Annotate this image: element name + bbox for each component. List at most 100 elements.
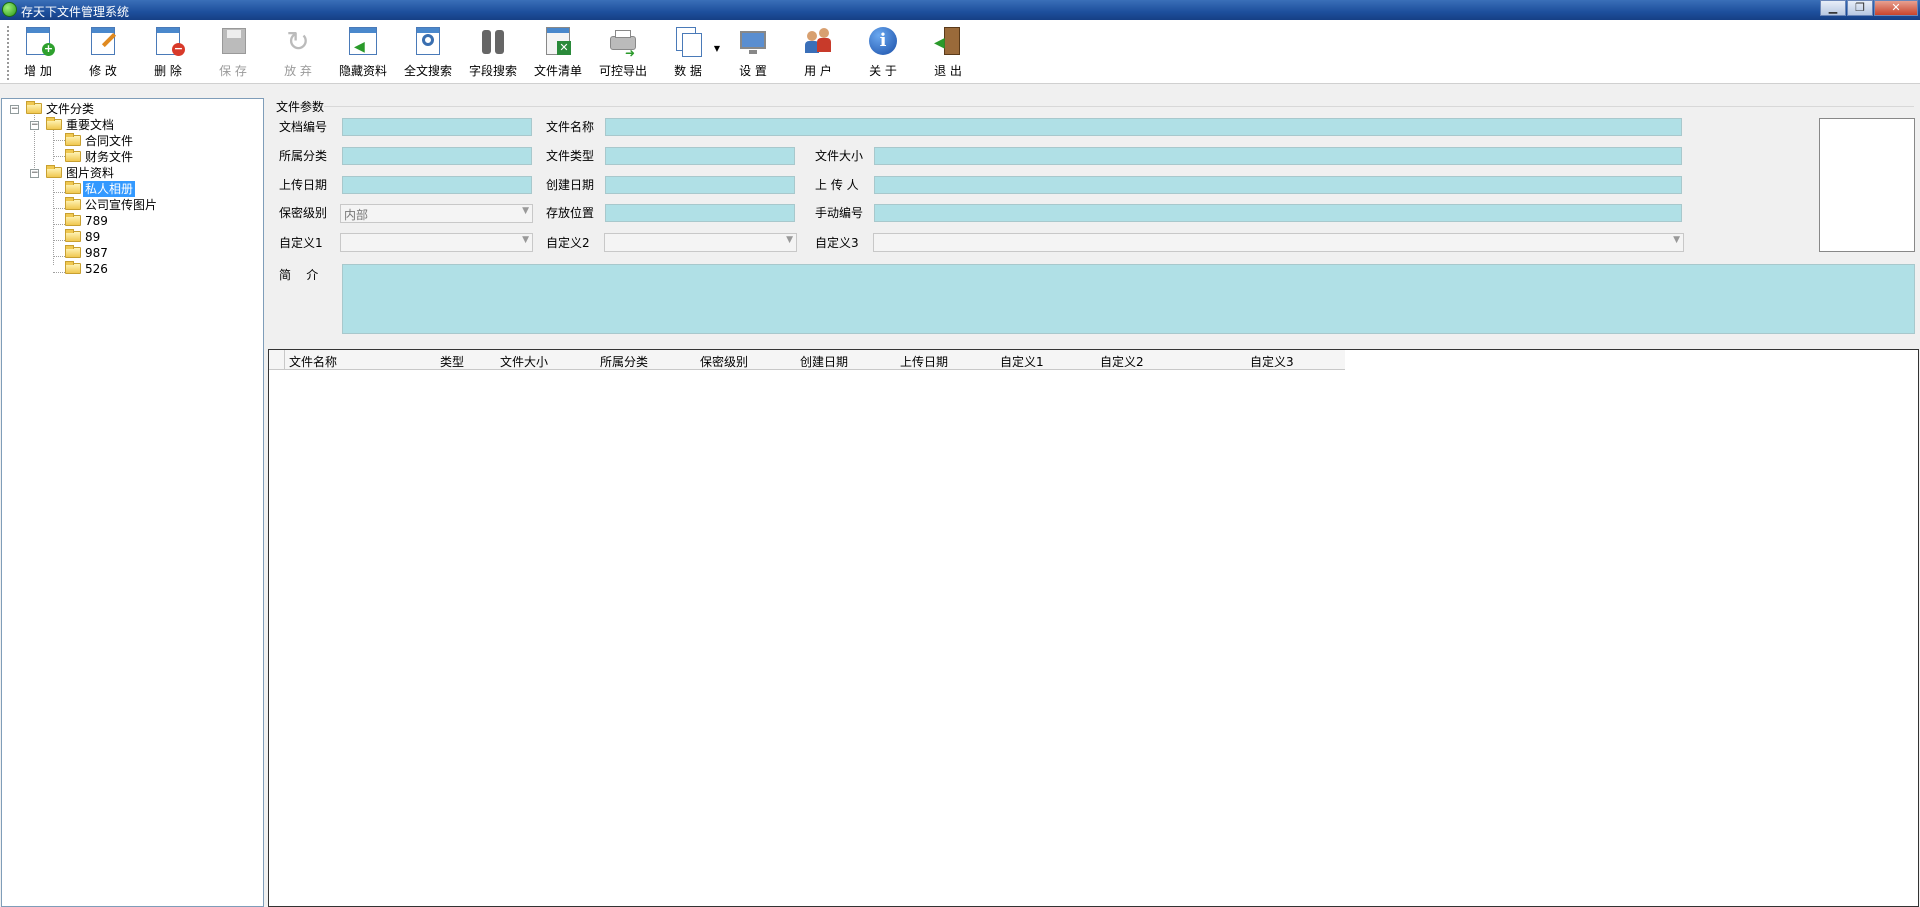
users-button[interactable]: 用 户 [790, 26, 846, 82]
col-header-upload-date[interactable]: 上传日期 [900, 353, 948, 370]
col-header-file-size[interactable]: 文件大小 [500, 353, 548, 370]
custom3-select[interactable]: ▼ [873, 233, 1684, 252]
about-button[interactable]: i 关 于 [855, 26, 911, 82]
fulltext-search-button[interactable]: 全文搜索 [400, 26, 456, 82]
category-field[interactable] [342, 147, 532, 165]
minimize-button[interactable]: ▁ [1820, 0, 1846, 16]
col-header-custom1[interactable]: 自定义1 [1000, 353, 1044, 370]
tree-node-private-album[interactable]: 私人相册 [49, 181, 249, 197]
row-header-corner[interactable] [269, 350, 285, 370]
maximize-button[interactable]: ❐ [1847, 0, 1873, 16]
printer-icon: ➜ [607, 26, 639, 60]
add-icon: + [22, 26, 55, 58]
chevron-down-icon[interactable]: ▼ [1673, 235, 1680, 245]
folder-icon [65, 245, 81, 258]
folder-icon [65, 261, 81, 274]
custom2-label: 自定义2 [546, 236, 590, 250]
file-type-label: 文件类型 [546, 149, 595, 163]
about-label: 关 于 [869, 64, 897, 78]
discard-button[interactable]: ↻ 放 弃 [270, 26, 326, 82]
tree-node-company-promo[interactable]: 公司宣传图片 [49, 197, 249, 213]
tree-node-label: 89 [85, 230, 101, 244]
info-icon: i [867, 26, 899, 58]
col-header-custom2[interactable]: 自定义2 [1100, 353, 1144, 370]
tree-node-987[interactable]: 987 [49, 245, 249, 261]
secrecy-select[interactable]: 内部 ▼ [340, 204, 533, 223]
settings-label: 设 置 [739, 64, 767, 78]
toolbar-grip[interactable] [7, 26, 9, 80]
tree-node-root[interactable]: − 文件分类 [10, 101, 210, 117]
tree-node-89[interactable]: 89 [49, 229, 249, 245]
group-divider [324, 106, 1914, 107]
edit-icon [87, 26, 119, 58]
collapse-toggle[interactable]: − [30, 169, 39, 178]
upload-date-field[interactable] [342, 176, 532, 194]
collapse-toggle[interactable]: − [10, 105, 19, 114]
folder-icon [65, 213, 81, 226]
exit-button[interactable]: ◀ 退 出 [920, 26, 976, 82]
toolbar: + 增 加 修 改 − 删 除 保 存 ↻ 放 弃 ◀ 隐藏资料 全文搜索 字段… [0, 20, 1920, 84]
delete-button[interactable]: − 删 除 [140, 26, 196, 82]
users-icon [802, 26, 834, 58]
file-list-grid[interactable]: 文件名称 类型 文件大小 所属分类 保密级别 创建日期 上传日期 自定义1 自定… [268, 349, 1919, 907]
file-list-button[interactable]: ✕ 文件清单 [530, 26, 586, 82]
excel-icon: ✕ [542, 26, 574, 58]
thumbnail-preview[interactable] [1819, 118, 1915, 252]
custom1-label: 自定义1 [279, 236, 323, 250]
export-button[interactable]: ➜ 可控导出 [595, 26, 651, 82]
hide-data-label: 隐藏资料 [338, 64, 387, 78]
custom2-select[interactable]: ▼ [604, 233, 797, 252]
file-name-field[interactable] [605, 118, 1682, 136]
summary-field[interactable] [342, 264, 1915, 334]
category-tree[interactable]: − 文件分类 − 重要文档 合同文件 财务文件 − 图片资料 私人相册 公司宣传… [1, 98, 264, 907]
col-header-create-date[interactable]: 创建日期 [800, 353, 848, 370]
settings-button[interactable]: 设 置 [725, 26, 781, 82]
save-button[interactable]: 保 存 [205, 26, 261, 82]
tree-node-pictures[interactable]: − 图片资料 [30, 165, 230, 181]
tree-node-label: 私人相册 [83, 181, 136, 197]
users-label: 用 户 [804, 64, 832, 78]
file-size-label: 文件大小 [815, 149, 864, 163]
col-header-file-name[interactable]: 文件名称 [289, 353, 337, 370]
file-size-field[interactable] [874, 147, 1682, 165]
edit-button[interactable]: 修 改 [75, 26, 131, 82]
add-button[interactable]: + 增 加 [10, 26, 66, 82]
upload-date-label: 上传日期 [279, 178, 328, 192]
doc-no-field[interactable] [342, 118, 532, 136]
tree-node-label: 文件分类 [46, 102, 95, 116]
category-label: 所属分类 [279, 149, 328, 163]
tree-node-label: 526 [85, 262, 108, 276]
hide-data-button[interactable]: ◀ 隐藏资料 [335, 26, 391, 82]
tree-node-important-docs[interactable]: − 重要文档 [30, 117, 230, 133]
file-type-field[interactable] [605, 147, 795, 165]
data-icon [672, 26, 704, 58]
tree-node-label: 财务文件 [85, 150, 134, 164]
tree-node-finance[interactable]: 财务文件 [49, 149, 249, 165]
settings-icon [737, 26, 769, 58]
collapse-toggle[interactable]: − [30, 121, 39, 130]
custom3-label: 自定义3 [815, 236, 859, 250]
tree-node-789[interactable]: 789 [49, 213, 249, 229]
custom1-select[interactable]: ▼ [340, 233, 533, 252]
tree-node-526[interactable]: 526 [49, 261, 249, 277]
close-button[interactable]: ✕ [1874, 0, 1918, 16]
col-header-custom3[interactable]: 自定义3 [1250, 353, 1294, 370]
chevron-down-icon[interactable]: ▼ [522, 206, 529, 216]
chevron-down-icon[interactable]: ▼ [714, 44, 720, 53]
create-date-field[interactable] [605, 176, 795, 194]
manual-no-field[interactable] [874, 204, 1682, 222]
col-header-secrecy[interactable]: 保密级别 [700, 353, 748, 370]
create-date-label: 创建日期 [546, 178, 595, 192]
col-header-category[interactable]: 所属分类 [600, 353, 648, 370]
col-header-type[interactable]: 类型 [440, 353, 464, 370]
uploader-field[interactable] [874, 176, 1682, 194]
field-search-button[interactable]: 字段搜索 [465, 26, 521, 82]
tree-node-label: 公司宣传图片 [85, 198, 158, 212]
tree-node-label: 图片资料 [66, 166, 115, 180]
data-button[interactable]: ▼ 数 据 [660, 26, 720, 82]
tree-node-contracts[interactable]: 合同文件 [49, 133, 249, 149]
chevron-down-icon[interactable]: ▼ [786, 235, 793, 245]
chevron-down-icon[interactable]: ▼ [522, 235, 529, 245]
exit-label: 退 出 [934, 64, 962, 78]
location-field[interactable] [605, 204, 795, 222]
